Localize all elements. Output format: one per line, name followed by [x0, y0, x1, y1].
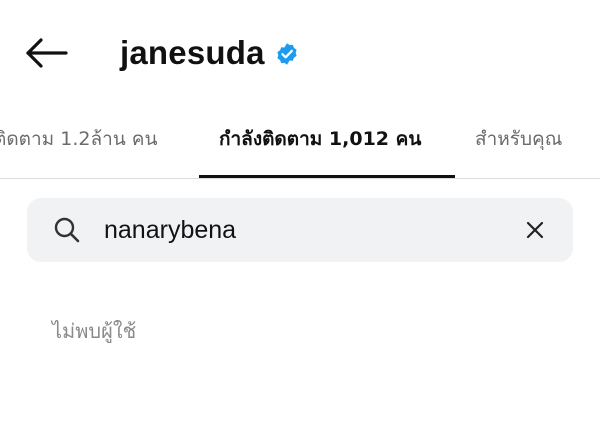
- profile-title: janesuda: [120, 30, 299, 76]
- clear-search-button[interactable]: [521, 216, 549, 244]
- verified-badge-icon: [275, 40, 299, 66]
- tab-following[interactable]: กำลังติดตาม 1,012 คน: [219, 100, 421, 178]
- following-screen: janesuda ติดตาม 1.2ล้าน คน กำลังติดตาม 1…: [0, 0, 600, 443]
- tab-followers[interactable]: ติดตาม 1.2ล้าน คน: [0, 100, 158, 178]
- close-icon: [526, 221, 544, 239]
- active-tab-indicator: [199, 175, 455, 178]
- search-bar: [27, 198, 573, 262]
- search-icon: [54, 217, 80, 243]
- tab-bar: ติดตาม 1.2ล้าน คน กำลังติดตาม 1,012 คน ส…: [0, 100, 600, 179]
- username-title: janesuda: [120, 34, 265, 71]
- top-bar: janesuda: [0, 0, 600, 100]
- no-results-message: ไม่พบผู้ใช้: [52, 319, 137, 343]
- back-button[interactable]: [22, 32, 70, 74]
- arrow-left-icon: [26, 38, 68, 68]
- tab-for-you[interactable]: สำหรับคุณ: [475, 100, 562, 178]
- search-input[interactable]: [104, 210, 504, 250]
